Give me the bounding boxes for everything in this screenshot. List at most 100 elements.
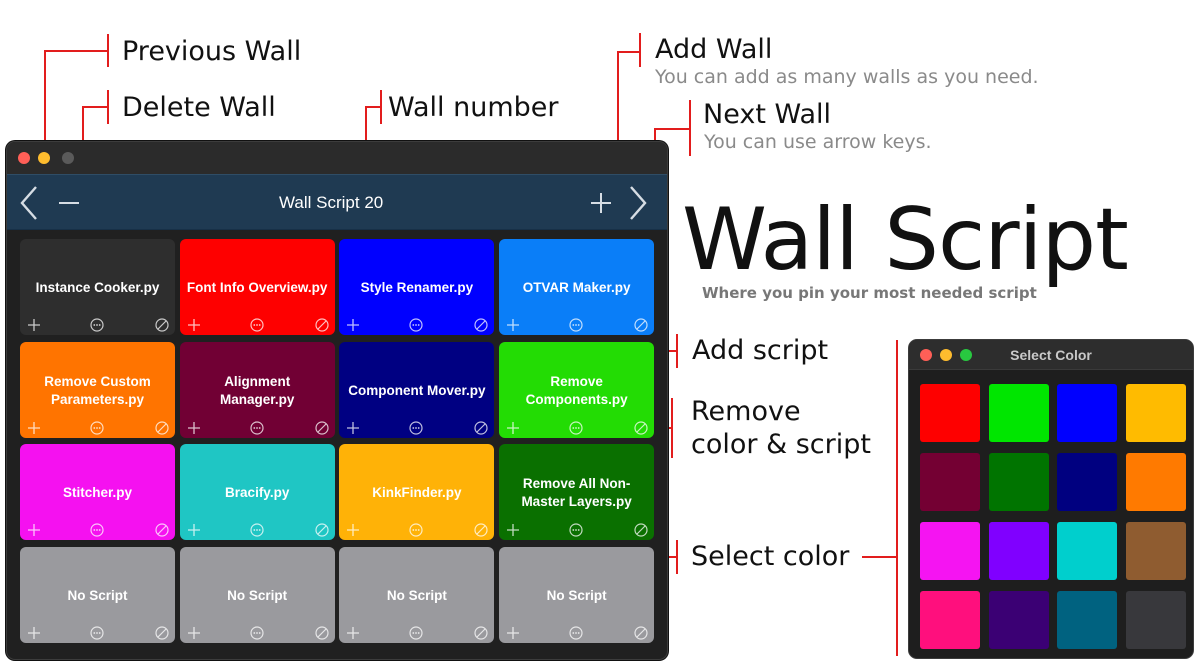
select-color-button[interactable]: [90, 420, 104, 435]
script-tile[interactable]: Bracify.py: [179, 444, 335, 540]
no-icon: [474, 420, 488, 435]
remove-script-button[interactable]: [315, 625, 329, 640]
script-tile[interactable]: Alignment Manager.py: [179, 341, 335, 438]
add-script-button[interactable]: [506, 421, 520, 435]
select-color-button[interactable]: [569, 523, 583, 537]
add-script-button[interactable]: [27, 626, 41, 640]
add-script-button[interactable]: [27, 318, 41, 332]
remove-script-button[interactable]: [474, 420, 488, 435]
plus-icon: [347, 421, 360, 434]
script-tile[interactable]: Remove Custom Parameters.py: [20, 341, 175, 438]
script-tile[interactable]: Style Renamer.py: [339, 239, 495, 335]
remove-script-button[interactable]: [155, 318, 169, 332]
add-script-button[interactable]: [506, 626, 520, 640]
color-swatch[interactable]: [920, 591, 980, 649]
remove-script-button[interactable]: [155, 420, 169, 435]
remove-script-button[interactable]: [634, 625, 648, 640]
color-swatch[interactable]: [1125, 384, 1186, 442]
select-color-button[interactable]: [569, 318, 583, 332]
remove-script-button[interactable]: [474, 523, 488, 537]
select-color-button[interactable]: [569, 625, 583, 640]
remove-script-button[interactable]: [634, 420, 648, 435]
select-color-button[interactable]: [90, 625, 104, 640]
add-script-button[interactable]: [27, 421, 41, 435]
script-tile[interactable]: No Script: [499, 546, 655, 643]
color-swatch[interactable]: [920, 522, 980, 580]
chevron-left-icon: [20, 186, 37, 220]
select-color-button[interactable]: [250, 318, 264, 332]
color-swatch[interactable]: [1057, 453, 1117, 511]
color-swatch[interactable]: [988, 384, 1049, 442]
remove-script-button[interactable]: [474, 318, 488, 332]
zoom-window-button[interactable]: [62, 152, 74, 164]
select-color-button[interactable]: [409, 523, 423, 537]
delete-wall-button[interactable]: [53, 183, 85, 223]
add-script-button[interactable]: [187, 318, 201, 332]
more-icon: [250, 420, 264, 435]
color-swatch[interactable]: [1057, 591, 1117, 649]
minimize-window-button[interactable]: [38, 152, 50, 164]
remove-script-button[interactable]: [315, 523, 329, 537]
remove-script-button[interactable]: [634, 318, 648, 332]
add-script-button[interactable]: [187, 523, 201, 537]
script-tile[interactable]: Remove All Non-Master Layers.py: [499, 444, 655, 540]
remove-script-button[interactable]: [315, 318, 329, 332]
more-icon: [250, 523, 264, 537]
select-color-button[interactable]: [409, 420, 423, 435]
previous-wall-button[interactable]: [13, 183, 45, 223]
next-wall-button[interactable]: [622, 183, 654, 223]
label-delete-wall: Delete Wall: [122, 92, 276, 123]
no-icon: [474, 523, 488, 537]
script-name: OTVAR Maker.py: [522, 280, 631, 295]
script-tile[interactable]: KinkFinder.py: [339, 444, 495, 540]
remove-script-button[interactable]: [474, 625, 488, 640]
close-window-button[interactable]: [18, 152, 30, 164]
color-swatch[interactable]: [1057, 384, 1117, 442]
select-color-button[interactable]: [250, 625, 264, 640]
select-color-button[interactable]: [90, 523, 104, 537]
color-swatch[interactable]: [1125, 453, 1186, 511]
add-script-button[interactable]: [187, 421, 201, 435]
script-tile[interactable]: No Script: [339, 546, 495, 643]
window-titlebar: [7, 142, 667, 174]
add-script-button[interactable]: [346, 318, 360, 332]
select-color-button[interactable]: [250, 523, 264, 537]
plus-icon: [187, 319, 200, 331]
remove-script-button[interactable]: [155, 625, 169, 640]
remove-script-button[interactable]: [315, 420, 329, 435]
add-wall-button[interactable]: [585, 183, 617, 223]
script-tile[interactable]: Component Mover.py: [339, 341, 495, 438]
script-tile[interactable]: No Script: [179, 546, 335, 643]
script-tile[interactable]: Instance Cooker.py: [20, 239, 175, 335]
add-script-button[interactable]: [187, 626, 201, 640]
script-tile[interactable]: Font Info Overview.py: [179, 239, 335, 335]
color-swatch[interactable]: [988, 591, 1049, 649]
script-tile[interactable]: OTVAR Maker.py: [499, 239, 655, 335]
color-swatch[interactable]: [920, 453, 980, 511]
color-swatch[interactable]: [988, 453, 1049, 511]
add-script-button[interactable]: [506, 318, 520, 332]
color-swatch[interactable]: [1125, 522, 1186, 580]
add-script-button[interactable]: [346, 626, 360, 640]
script-tile[interactable]: Remove Components.py: [499, 341, 655, 438]
add-script-button[interactable]: [346, 523, 360, 537]
select-color-button[interactable]: [409, 625, 423, 640]
script-name: No Script: [227, 587, 288, 603]
script-tile[interactable]: Stitcher.py: [20, 444, 175, 540]
remove-script-button[interactable]: [634, 523, 648, 537]
script-tile[interactable]: No Script: [20, 546, 175, 643]
color-swatch[interactable]: [920, 384, 980, 442]
remove-script-button[interactable]: [155, 523, 169, 537]
color-swatch[interactable]: [1125, 591, 1186, 649]
select-color-button[interactable]: [409, 318, 423, 332]
add-script-button[interactable]: [27, 523, 41, 537]
color-swatch[interactable]: [1057, 522, 1117, 580]
select-color-button[interactable]: [569, 420, 583, 435]
add-script-button[interactable]: [346, 421, 360, 435]
more-icon: [90, 420, 104, 435]
select-color-button[interactable]: [250, 420, 264, 435]
color-swatch[interactable]: [988, 522, 1049, 580]
script-name: Alignment Manager.py: [220, 373, 295, 407]
add-script-button[interactable]: [506, 523, 520, 537]
select-color-button[interactable]: [90, 318, 104, 332]
